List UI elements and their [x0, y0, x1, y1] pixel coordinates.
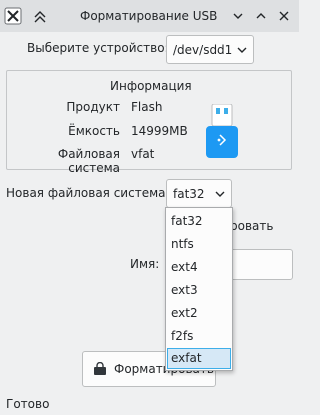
new-fs-label: Новая файловая система: — [6, 186, 170, 200]
fs-option-ext4[interactable]: ext4 — [167, 257, 231, 278]
app-icon[interactable] — [4, 7, 22, 25]
fs-dropdown-list[interactable]: fat32 ntfs ext4 ext3 ext2 f2fs exfat — [165, 207, 233, 371]
device-value: /dev/sdd1 — [173, 42, 233, 57]
minimize-icon[interactable] — [229, 7, 247, 25]
device-combobox[interactable]: /dev/sdd1 — [166, 35, 254, 64]
fs-option-ntfs[interactable]: ntfs — [167, 234, 231, 255]
usb-drive-icon — [206, 103, 238, 158]
new-fs-combobox[interactable]: fat32 — [166, 179, 232, 208]
window-title: Форматирование USB — [80, 9, 218, 23]
info-capacity-value: 14999MB — [131, 124, 188, 138]
chevron-down-icon — [237, 43, 247, 57]
name-label: Имя: — [130, 257, 160, 271]
new-fs-value: fat32 — [173, 186, 205, 201]
lock-icon — [93, 362, 107, 376]
fs-option-ext2[interactable]: ext2 — [167, 303, 231, 324]
info-product-label: Продукт — [66, 100, 120, 114]
check-label-partial[interactable]: ровать — [230, 219, 273, 233]
pin-icon[interactable] — [31, 8, 49, 26]
fs-option-fat32[interactable]: fat32 — [167, 211, 231, 232]
info-capacity-label: Ёмкость — [68, 124, 120, 138]
info-filesystem-value: vfat — [131, 147, 155, 161]
fs-option-ext3[interactable]: ext3 — [167, 280, 231, 301]
maximize-icon[interactable] — [252, 7, 270, 25]
status-text: Готово — [6, 397, 50, 411]
info-product-value: Flash — [131, 100, 163, 114]
fs-option-f2fs[interactable]: f2fs — [167, 326, 231, 347]
name-input[interactable] — [230, 249, 293, 280]
close-icon[interactable] — [275, 7, 293, 25]
chevron-down-icon — [215, 187, 225, 201]
info-heading: Информация — [110, 79, 192, 93]
info-filesystem-label: Файловая система — [57, 147, 120, 175]
device-label: Выберите устройство: — [27, 41, 169, 55]
fs-option-exfat[interactable]: exfat — [167, 348, 231, 369]
